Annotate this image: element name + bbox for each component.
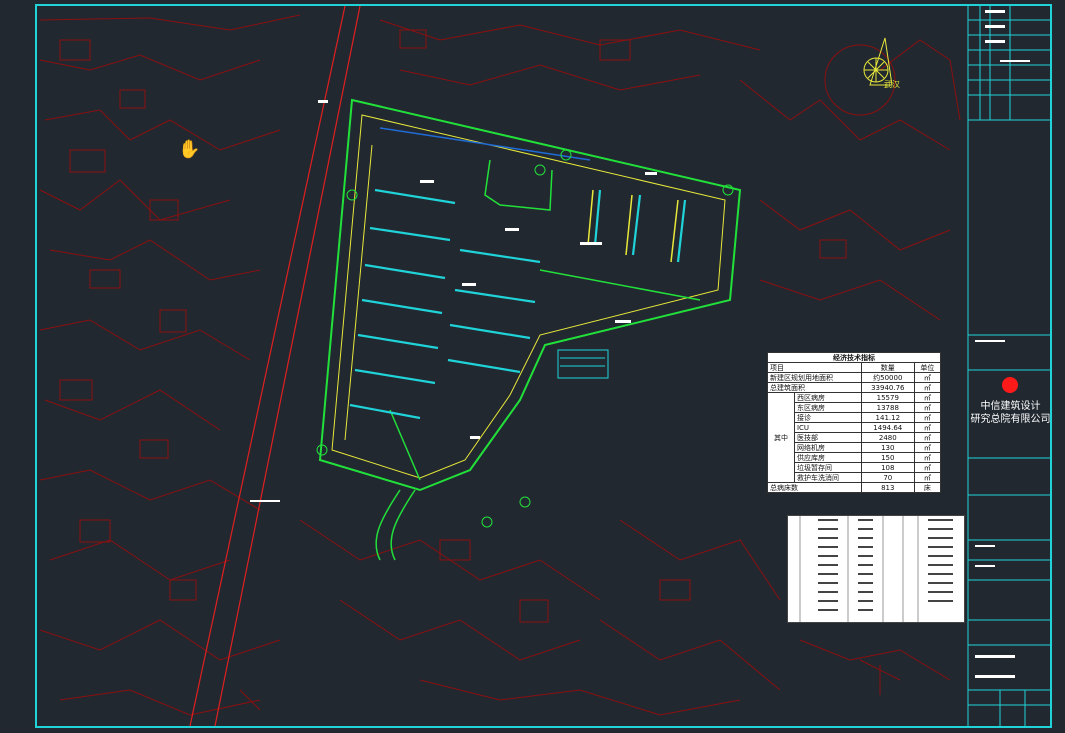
spec-unit: ㎡ — [913, 432, 942, 443]
compass-label: 武汉 — [884, 79, 900, 89]
spec-value: 约50000 — [860, 372, 915, 383]
spec-name: 接诊 — [793, 412, 862, 423]
spec-group: 其中 — [767, 392, 795, 483]
spec-value: 33940.76 — [860, 382, 915, 393]
spec-value: 15579 — [860, 392, 915, 403]
legend-table — [787, 515, 965, 623]
title-block-fills — [975, 10, 1030, 678]
spec-value: 108 — [860, 462, 915, 473]
spec-name: 总病床数 — [767, 482, 862, 493]
spec-value: 813 — [860, 482, 915, 493]
company-name-line2: 研究总院有限公司 — [970, 414, 1051, 425]
spec-unit: ㎡ — [913, 412, 942, 423]
legend-grid — [799, 516, 953, 622]
company-logo — [1002, 377, 1018, 393]
internal-road — [484, 159, 553, 211]
spec-unit: ㎡ — [913, 392, 942, 403]
spec-unit: ㎡ — [913, 402, 942, 413]
spec-header-item: 项目 — [767, 362, 862, 373]
spec-value: 2480 — [860, 432, 915, 443]
spec-value: 150 — [860, 452, 915, 463]
site-boundary — [318, 98, 742, 561]
spec-header-value: 数量 — [860, 362, 915, 373]
spec-name: ICU — [793, 422, 862, 433]
pan-hand-cursor-icon: ✋ — [178, 139, 201, 160]
table-row: 其中 西区病房 15579 ㎡ — [767, 392, 942, 483]
table-row: 总建筑面积 33940.76 ㎡ — [767, 382, 942, 393]
ward-wings — [349, 188, 687, 420]
spec-value: 70 — [860, 472, 915, 483]
spec-unit: ㎡ — [913, 422, 942, 433]
spec-unit: ㎡ — [913, 442, 942, 453]
spec-unit: ㎡ — [913, 472, 942, 483]
spec-unit: ㎡ — [913, 372, 942, 383]
spec-value: 1494.64 — [860, 422, 915, 433]
spec-table: 经济技术指标 项目 数量 单位 新建区规划用地面积 约50000 ㎡ 总建筑面积… — [767, 352, 942, 493]
compass-rose — [863, 37, 893, 86]
spec-name: 总建筑面积 — [767, 382, 862, 393]
spec-unit: ㎡ — [913, 382, 942, 393]
treatment-block — [557, 349, 609, 379]
table-row: 新建区规划用地面积 约50000 ㎡ — [767, 372, 942, 383]
spec-unit: ㎡ — [913, 462, 942, 473]
spec-value: 141.12 — [860, 412, 915, 423]
spec-name: 西区病房 — [793, 392, 862, 403]
spec-name: 救护车洗消间 — [793, 472, 862, 483]
spec-title: 经济技术指标 — [767, 352, 941, 363]
spec-value: 13788 — [860, 402, 915, 413]
spec-unit: 床 — [913, 482, 942, 493]
title-block — [967, 6, 1051, 726]
spec-name: 东区病房 — [793, 402, 862, 413]
table-row: 总病床数 813 床 — [767, 482, 942, 493]
spec-unit: ㎡ — [913, 452, 942, 463]
spec-header-unit: 单位 — [913, 362, 942, 373]
spec-name: 新建区规划用地面积 — [767, 372, 862, 383]
company-name: 中信建筑设计 研究总院有限公司 — [969, 400, 1052, 426]
survey-lines — [189, 5, 361, 727]
spec-name: 网络机房 — [793, 442, 862, 453]
spec-value: 130 — [860, 442, 915, 453]
company-name-line1: 中信建筑设计 — [980, 401, 1041, 412]
spec-name: 垃圾暂存间 — [793, 462, 862, 473]
spec-name: 医技部 — [793, 432, 862, 443]
white-tags — [250, 100, 657, 502]
spec-name: 供应库房 — [793, 452, 862, 463]
